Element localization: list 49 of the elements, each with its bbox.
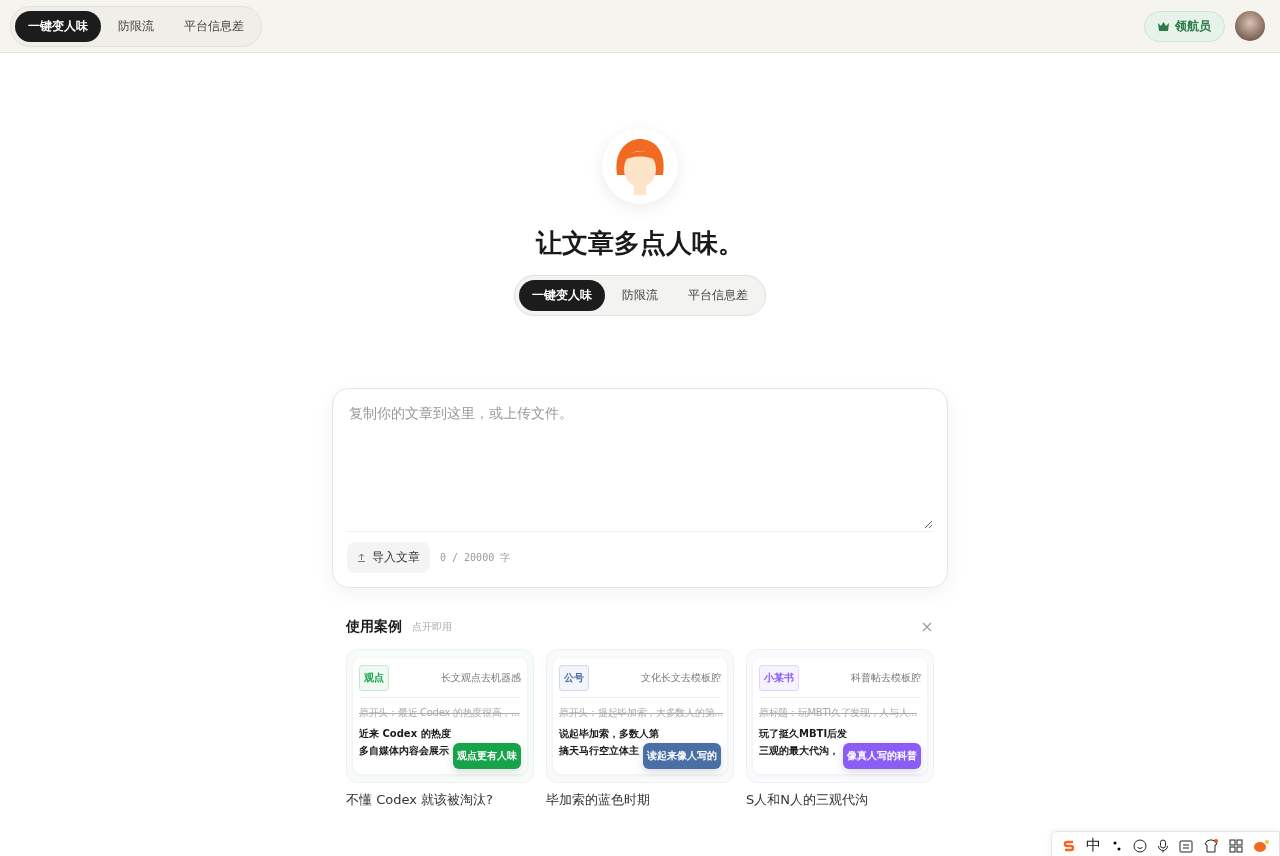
rewritten-text: 多自媒体内容会展示 xyxy=(359,744,449,758)
example-card[interactable]: 观点 长文观点去机器感 原开头：最近 Codex 的热度很高，... 近来 Codex 的热度 多自媒体内容会展示 观点更有人味 xyxy=(346,649,534,783)
dots-icon[interactable] xyxy=(1111,839,1123,852)
result-badge: 观点更有人味 xyxy=(453,743,521,769)
tab[interactable]: 一键变人味 xyxy=(15,10,101,42)
rewritten-text: 搞天马行空立体主 xyxy=(559,744,639,758)
example-card[interactable]: 小某书 科普帖去模板腔 原标题：玩MBTI久了发现，人与人... 玩了挺久MBTI后发 三观的最大代沟， 像真人写的科普 xyxy=(746,649,934,783)
logo-icon[interactable] xyxy=(1062,838,1076,853)
original-text: 原标题：玩MBTI久了发现，人与人... xyxy=(759,706,919,720)
category-tag: 观点 xyxy=(359,665,389,691)
user-avatar[interactable] xyxy=(1235,11,1265,41)
example-card[interactable]: 公号 文化长文去模板腔 原开头：提起毕加索，大多数人的第... 说起毕加索，多数人第 搞天马行空立体主 读起来像人写的 xyxy=(546,649,734,783)
result-badge: 像真人写的科普 xyxy=(843,743,921,769)
tab[interactable]: 防限流 xyxy=(105,10,167,42)
section-hint: 点开即用 xyxy=(412,620,453,634)
member-badge[interactable]: 领航员 xyxy=(1144,10,1225,42)
original-text: 原开头：最近 Codex 的热度很高，... xyxy=(359,706,521,720)
article-input[interactable]: 复制你的文章到这里，或上传文件。 xyxy=(347,403,933,529)
card-caption: S人和N人的三观代沟 xyxy=(746,791,869,809)
tab[interactable]: 一键变人味 xyxy=(519,280,605,311)
smiley-icon[interactable] xyxy=(1133,838,1147,853)
tab[interactable]: 防限流 xyxy=(609,280,671,311)
original-text: 原开头：提起毕加索，大多数人的第... xyxy=(559,706,721,720)
card-caption: 不懂 Codex 就该被淘汰? xyxy=(346,791,494,809)
card-subtitle: 科普帖去模板腔 xyxy=(851,671,921,685)
card-subtitle: 长文观点去机器感 xyxy=(441,671,521,685)
tab[interactable]: 平台信息差 xyxy=(171,10,257,42)
category-tag: 小某书 xyxy=(759,665,799,691)
rewritten-text: 三观的最大代沟， xyxy=(759,744,839,758)
card-caption: 毕加索的蓝色时期 xyxy=(546,791,651,809)
category-tag: 公号 xyxy=(559,665,589,691)
rewritten-text: 说起毕加索，多数人第 xyxy=(559,727,659,741)
card-subtitle: 文化长文去模板腔 xyxy=(641,671,721,685)
crown-icon xyxy=(1158,21,1169,31)
headline: 让文章多点人味。 xyxy=(536,227,744,260)
rewritten-text: 玩了挺久MBTI后发 xyxy=(759,727,848,741)
tab[interactable]: 平台信息差 xyxy=(675,280,761,311)
rewritten-text: 近来 Codex 的热度 xyxy=(359,727,451,741)
section-title: 使用案例 xyxy=(346,618,402,636)
upload-icon xyxy=(357,553,366,562)
grid-icon[interactable] xyxy=(1229,838,1243,853)
result-badge: 读起来像人写的 xyxy=(643,743,721,769)
close-button[interactable] xyxy=(920,620,934,634)
shirt-icon[interactable] xyxy=(1203,838,1219,853)
microphone-icon[interactable] xyxy=(1157,838,1169,853)
input-mode[interactable]: 中 xyxy=(1086,836,1101,855)
char-counter: 0 / 20000 字 xyxy=(440,550,511,565)
editor-card[interactable]: 复制你的文章到这里，或上传文件。 导入文章 0 / 20000 字 xyxy=(332,388,948,588)
import-button[interactable]: 导入文章 xyxy=(347,542,430,573)
